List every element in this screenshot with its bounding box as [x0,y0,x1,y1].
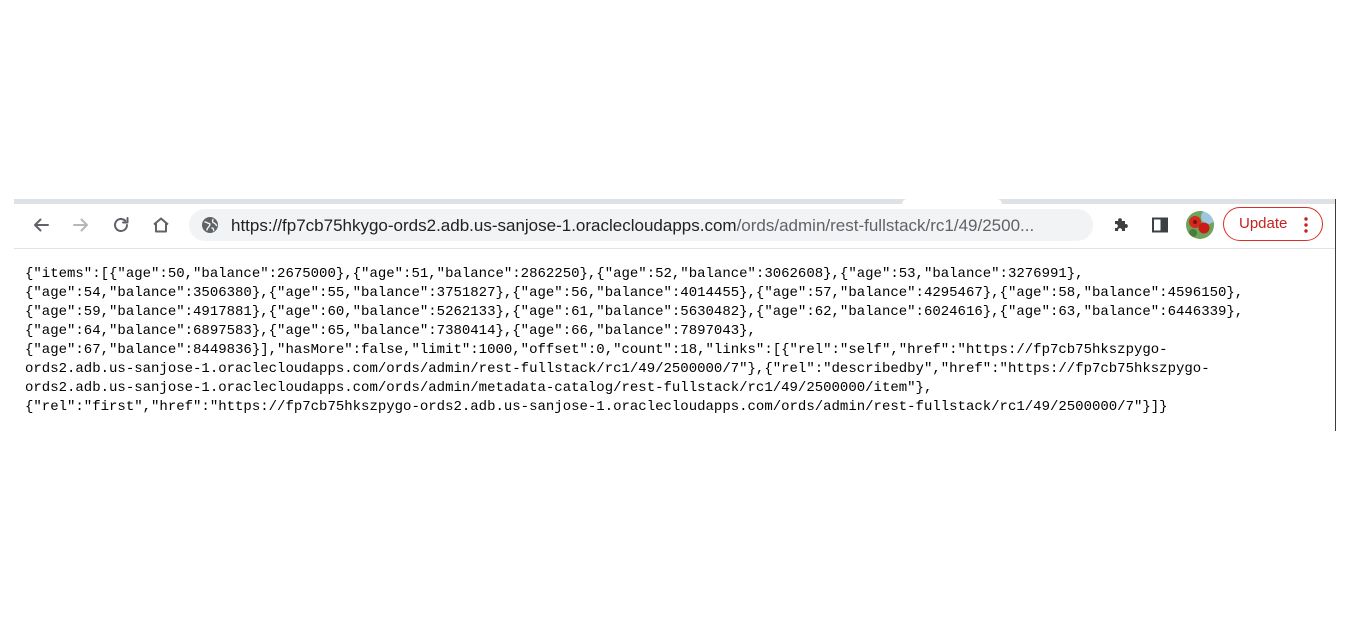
back-arrow-icon [34,218,49,232]
page-content: {"items":[{"age":50,"balance":2675000},{… [25,265,1325,417]
update-label: Update [1239,215,1288,232]
json-line: {"items":[{"age":50,"balance":2675000},{… [25,266,1084,282]
avatar[interactable] [1186,211,1214,239]
more-vertical-icon [1304,217,1308,233]
json-line: {"rel":"first","href":"https://fp7cb75hk… [25,399,1168,415]
json-line: ords2.adb.us-sanjose-1.oraclecloudapps.c… [25,361,1210,377]
globe-icon[interactable] [201,216,219,234]
reload-button[interactable] [107,211,135,239]
browser-toolbar: https://fp7cb75hkygo-ords2.adb.us-sanjos… [14,204,1335,249]
json-response: {"items":[{"age":50,"balance":2675000},{… [25,265,1325,417]
json-line: ords2.adb.us-sanjose-1.oraclecloudapps.c… [25,380,933,396]
forward-arrow-icon [73,218,88,232]
url-path: /ords/admin/rest-fullstack/rc1/49/2500..… [736,216,1035,235]
url-host: https://fp7cb75hkygo-ords2.adb.us-sanjos… [231,216,737,235]
json-line: {"age":64,"balance":6897583},{"age":65,"… [25,323,756,339]
home-button[interactable] [147,211,175,239]
back-button[interactable] [27,211,55,239]
side-panel-button[interactable] [1146,211,1174,239]
json-line: {"age":54,"balance":3506380},{"age":55,"… [25,285,1244,301]
window-border [1335,199,1336,431]
json-line: {"age":59,"balance":4917881},{"age":60,"… [25,304,1244,320]
json-line: {"age":67,"balance":8449836}],"hasMore":… [25,342,1168,358]
side-panel-icon [1152,217,1168,233]
url-text[interactable]: https://fp7cb75hkygo-ords2.adb.us-sanjos… [231,216,1071,236]
address-bar[interactable]: https://fp7cb75hkygo-ords2.adb.us-sanjos… [189,209,1093,241]
forward-button[interactable] [67,211,95,239]
extensions-button[interactable] [1107,211,1135,239]
update-button[interactable]: Update [1223,207,1323,241]
profile-avatar-image [1186,211,1214,239]
browser-window: https://fp7cb75hkygo-ords2.adb.us-sanjos… [14,199,1336,431]
puzzle-icon [1115,218,1128,231]
reload-icon [114,217,129,232]
home-icon [153,217,169,233]
